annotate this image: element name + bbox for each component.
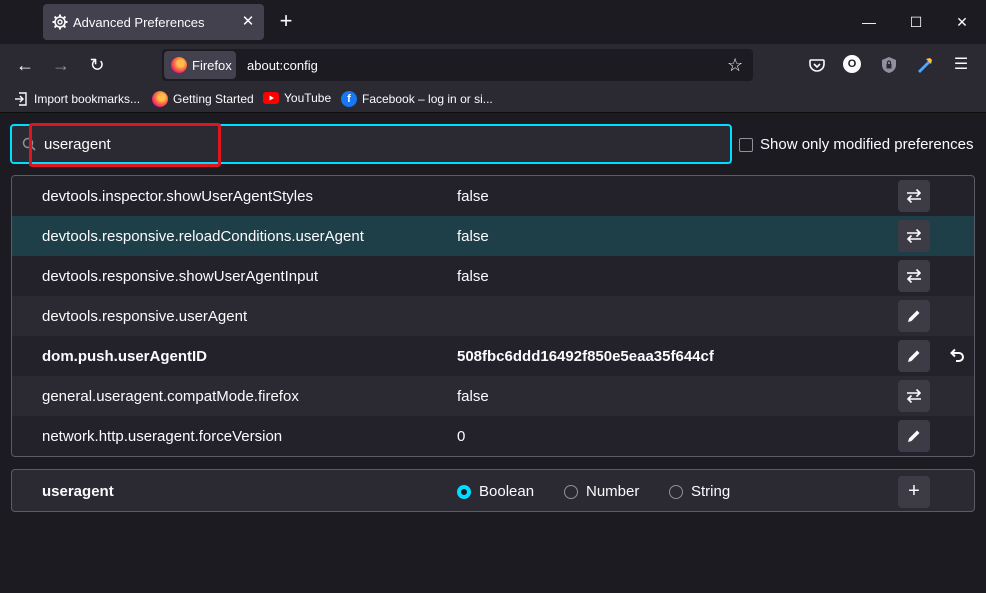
toggle-arrows-icon xyxy=(906,188,922,204)
identity-label: Firefox xyxy=(192,58,232,73)
new-tab-button[interactable]: + xyxy=(276,10,296,32)
extension-icon[interactable] xyxy=(915,55,935,75)
table-row: devtools.responsive.reloadConditions.use… xyxy=(12,216,974,256)
show-modified-label: Show only modified preferences xyxy=(760,136,974,153)
bookmark-label: Import bookmarks... xyxy=(34,92,141,106)
pref-name: general.useragent.compatMode.firefox xyxy=(42,388,299,405)
toggle-button[interactable] xyxy=(898,260,930,292)
tab-title: Advanced Preferences xyxy=(73,15,205,30)
identity-box[interactable]: Firefox xyxy=(164,51,236,79)
tab-close-icon[interactable]: ✕ xyxy=(239,13,257,31)
pref-name: devtools.inspector.showUserAgentStyles xyxy=(42,188,313,205)
pref-value: false xyxy=(457,188,489,205)
toggle-button[interactable] xyxy=(898,180,930,212)
gear-icon xyxy=(52,14,68,30)
type-radio-string[interactable]: String xyxy=(669,483,730,500)
pref-value: 508fbc6ddd16492f850e5eaa35f644cf xyxy=(457,348,714,365)
tab-strip: Advanced Preferences ✕ + — ☐ ✕ xyxy=(0,0,986,44)
toggle-button[interactable] xyxy=(898,380,930,412)
highlight-box xyxy=(29,123,221,167)
bookmark-label: Getting Started xyxy=(173,92,254,106)
table-row: dom.push.userAgentID 508fbc6ddd16492f850… xyxy=(12,336,974,376)
pencil-icon xyxy=(908,350,920,362)
radio-label: Number xyxy=(586,483,640,500)
firefox-icon xyxy=(152,91,168,107)
table-row: devtools.inspector.showUserAgentStyles f… xyxy=(12,176,974,216)
edit-button[interactable] xyxy=(898,300,930,332)
show-modified-toggle[interactable]: Show only modified preferences xyxy=(739,136,973,153)
radio-label: String xyxy=(691,483,731,500)
bookmark-import[interactable]: Import bookmarks... xyxy=(13,91,140,107)
bookmark-facebook[interactable]: f Facebook – log in or si... xyxy=(341,91,493,107)
table-row: devtools.responsive.showUserAgentInput f… xyxy=(12,256,974,296)
add-button[interactable]: + xyxy=(898,476,930,508)
bookmark-label: YouTube xyxy=(284,91,332,105)
bookmark-label: Facebook – log in or si... xyxy=(362,92,493,106)
edit-button[interactable] xyxy=(898,420,930,452)
close-window-button[interactable]: ✕ xyxy=(947,9,977,35)
pencil-icon xyxy=(908,310,920,322)
url-bar[interactable]: Firefox about:config ☆ xyxy=(162,49,753,81)
edit-button[interactable] xyxy=(898,340,930,372)
back-button[interactable]: ← xyxy=(13,53,37,77)
table-row: network.http.useragent.forceVersion 0 xyxy=(12,416,974,456)
radio-button-selected[interactable] xyxy=(457,484,471,499)
bookmark-getting-started[interactable]: Getting Started xyxy=(152,91,254,107)
pref-name: devtools.responsive.userAgent xyxy=(42,308,248,325)
pref-value: false xyxy=(457,388,489,405)
pref-name: dom.push.userAgentID xyxy=(42,348,208,365)
bookmarks-toolbar: Import bookmarks... Getting Started YouT… xyxy=(0,86,986,113)
radio-button[interactable] xyxy=(564,484,578,499)
youtube-icon xyxy=(263,92,279,104)
bookmark-youtube[interactable]: YouTube xyxy=(263,91,331,105)
menu-button[interactable]: ☰ xyxy=(951,55,971,75)
show-modified-checkbox[interactable] xyxy=(739,137,753,152)
pref-value: 0 xyxy=(457,428,466,445)
tab-advanced-preferences[interactable]: Advanced Preferences ✕ xyxy=(43,4,264,40)
add-preference-row: useragent Boolean Number String + xyxy=(11,469,975,512)
pref-value: false xyxy=(457,228,489,245)
pref-name: devtools.responsive.showUserAgentInput xyxy=(42,268,318,285)
toggle-arrows-icon xyxy=(906,388,922,404)
pocket-icon[interactable] xyxy=(807,55,827,75)
reload-button[interactable]: ↻ xyxy=(85,53,109,77)
pref-name: network.http.useragent.forceVersion xyxy=(42,428,283,445)
table-row: devtools.responsive.userAgent xyxy=(12,296,974,336)
toggle-arrows-icon xyxy=(906,228,922,244)
type-radio-number[interactable]: Number xyxy=(564,483,639,500)
minimize-button[interactable]: — xyxy=(854,9,884,35)
pref-name: devtools.responsive.reloadConditions.use… xyxy=(42,228,364,245)
import-icon xyxy=(15,92,27,106)
radio-button[interactable] xyxy=(669,484,683,499)
forward-button[interactable]: → xyxy=(49,53,73,77)
facebook-icon: f xyxy=(341,91,357,107)
table-row: general.useragent.compatMode.firefox fal… xyxy=(12,376,974,416)
toggle-button[interactable] xyxy=(898,220,930,252)
nav-bar: ← → ↻ Firefox about:config ☆ O ☰ xyxy=(0,44,986,86)
new-pref-name: useragent xyxy=(42,483,114,500)
toggle-arrows-icon xyxy=(906,268,922,284)
url-text[interactable]: about:config xyxy=(247,58,318,73)
pref-value: false xyxy=(457,268,489,285)
type-radio-boolean[interactable]: Boolean xyxy=(457,483,534,500)
firefox-icon xyxy=(171,57,187,73)
preferences-table: devtools.inspector.showUserAgentStyles f… xyxy=(11,175,975,457)
pencil-icon xyxy=(908,430,920,442)
shield-icon[interactable] xyxy=(879,55,899,75)
maximize-button[interactable]: ☐ xyxy=(901,9,931,35)
bookmark-star-icon[interactable]: ☆ xyxy=(727,55,743,75)
account-avatar[interactable]: O xyxy=(843,55,861,73)
radio-label: Boolean xyxy=(479,483,535,500)
reset-icon[interactable] xyxy=(944,344,968,368)
